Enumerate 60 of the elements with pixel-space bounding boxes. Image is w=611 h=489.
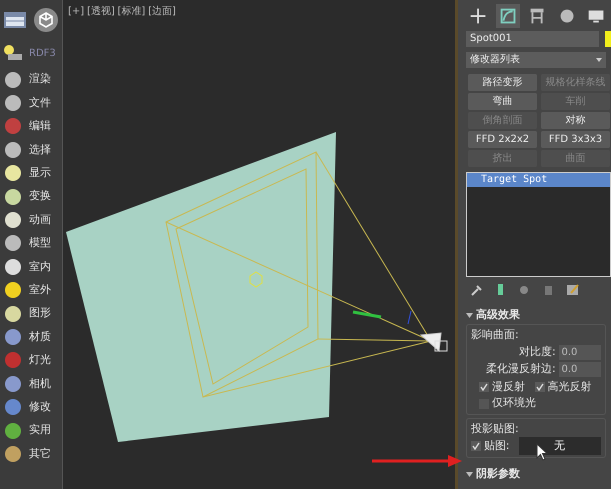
modifier-button[interactable]: 路径变形 [468,74,537,91]
sidebar-item[interactable]: 选择 [29,142,51,158]
caret-icon [596,58,602,62]
cube-logo-icon [32,7,58,33]
sidebar-item[interactable]: 灯光 [29,352,51,369]
checkbox[interactable] [534,382,545,392]
modifier-button[interactable]: FFD 3x3x3 [541,130,610,148]
sidebar-item[interactable]: 实用 [29,422,51,439]
sidebar-item[interactable]: 变换 [29,188,51,205]
viewport-label[interactable]: [边面] [148,4,176,19]
checkbox-label: 高光反射 [548,378,592,395]
checkbox-label: 仅环境光 [492,395,536,412]
color-swatch[interactable] [604,30,611,47]
pin-icon [470,282,483,296]
sidebar-item[interactable]: 其它 [29,446,51,462]
sidebar-item[interactable]: 图形 [29,305,51,322]
circle-icon [3,211,23,230]
pointer-arrow-icon [372,454,462,468]
sidebar-item[interactable]: 相机 [29,376,51,392]
command-tab[interactable] [496,4,520,28]
circle-icon [3,304,23,323]
sidebar-item[interactable]: 模型 [29,235,51,252]
rollout-title[interactable]: 高级效果 [476,306,520,324]
spinner-field[interactable]: 0.0 [558,362,600,377]
group-label: 投影贴图: [471,420,520,437]
spinner-label: 柔化漫反射边: [486,361,556,378]
window-icon [3,11,27,29]
cursor-icon [536,443,548,461]
group-label: 影响曲面: [471,327,520,344]
modifier-list-dropdown[interactable]: 修改器列表 [466,52,606,68]
sidebar-heading: RDF3 [29,46,56,60]
sidebar-item[interactable]: 渲染 [29,71,51,88]
stack-item[interactable]: Target Spot [467,173,610,188]
sidebar-item[interactable]: 修改 [29,398,51,416]
sidebar-item[interactable]: 室外 [29,282,51,298]
spinner-field[interactable]: 0.0 [558,344,600,360]
modifier-button[interactable]: 对称 [541,112,610,129]
sidebar-item[interactable]: 动画 [29,212,51,228]
checkbox-label: 贴图: [484,438,510,454]
sidebar-item[interactable]: 文件 [29,94,51,112]
collapse-icon [466,312,473,318]
edit-icon [566,282,579,296]
viewport-label[interactable]: [+] [68,4,84,19]
checkbox[interactable] [479,382,489,392]
spinner-label: 对比度: [519,344,556,360]
viewport-label[interactable]: [透视] [86,4,115,19]
collapse-icon [466,472,473,477]
sidebar-item[interactable]: 室内 [29,258,51,276]
modifier-button[interactable]: FFD 2x2x2 [468,130,537,148]
modifier-button[interactable]: 弯曲 [468,92,537,110]
map-button[interactable]: 无 [518,437,600,456]
checkbox[interactable] [471,441,481,452]
viewport-label[interactable]: [标准] [118,4,146,19]
rollout-title[interactable]: 阴影参数 [476,466,520,483]
bulb-icon [3,44,23,62]
sidebar-item[interactable]: 显示 [29,165,51,182]
sidebar-item[interactable]: 材质 [29,328,51,346]
checkbox-label: 漫反射 [492,378,525,395]
sidebar-item[interactable]: 编辑 [29,118,51,135]
name-field[interactable]: Spot001 [466,30,599,47]
